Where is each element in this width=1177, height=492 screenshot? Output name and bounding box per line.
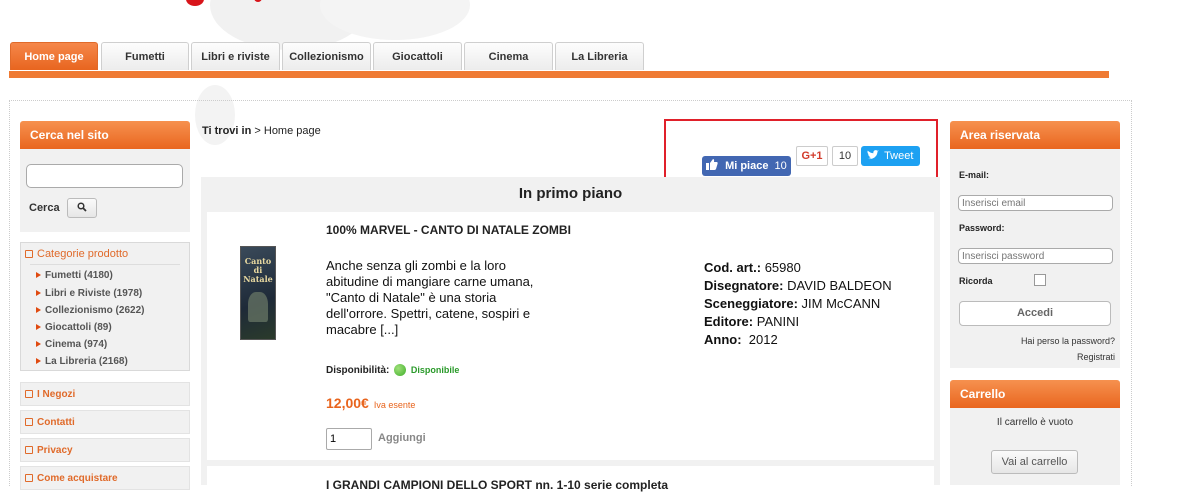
arrow-right-icon (36, 358, 41, 365)
link-label: Contatti (37, 417, 75, 428)
product-cover-image[interactable]: Canto di Natale (240, 246, 276, 340)
search-icon (77, 202, 87, 212)
search-button[interactable] (67, 198, 97, 218)
link-come-acquistare[interactable]: Come acquistare (20, 466, 190, 490)
available-dot-icon (394, 364, 407, 376)
square-bullet-icon (25, 390, 33, 399)
login-button[interactable]: Accedi (959, 301, 1111, 326)
categories-title-text: Categorie prodotto (37, 248, 129, 260)
square-bullet-icon (25, 474, 33, 483)
detail-label: Cod. art.: (704, 260, 762, 275)
breadcrumb: Ti trovi in > Home page (202, 125, 321, 137)
category-item-collezionismo[interactable]: Collezionismo (2622) (36, 305, 144, 316)
detail-publisher: Editore: PANINI (704, 313, 892, 330)
breadcrumb-prefix: Ti trovi in (202, 125, 252, 137)
square-bullet-icon (25, 418, 33, 427)
category-item-fumetti[interactable]: Fumetti (4180) (36, 270, 113, 281)
tax-note: Iva esente (373, 400, 416, 410)
breadcrumb-separator: > (254, 125, 261, 137)
detail-value: JIM McCANN (801, 296, 881, 311)
tab-home-page[interactable]: Home page (10, 42, 98, 70)
link-label: Privacy (37, 445, 73, 456)
email-field[interactable] (958, 195, 1113, 211)
remember-label: Ricorda (959, 276, 993, 286)
forgot-password-link[interactable]: Hai perso la password? (950, 336, 1115, 346)
detail-year: Anno: 2012 (704, 331, 892, 348)
link-label: I Negozi (37, 389, 76, 400)
site-search-input[interactable] (26, 164, 183, 188)
breadcrumb-current[interactable]: Home page (264, 125, 321, 137)
category-label: La Libreria (2168) (45, 356, 128, 367)
price-value: 12,00€ (326, 395, 369, 411)
cart-box-title: Carrello (950, 380, 1120, 408)
link-label: Come acquistare (37, 473, 118, 484)
categories-divider (30, 264, 180, 265)
link-i-negozi[interactable]: I Negozi (20, 382, 190, 406)
link-contatti[interactable]: Contatti (20, 410, 190, 434)
category-item-la-libreria[interactable]: La Libreria (2168) (36, 356, 128, 367)
login-box-title: Area riservata (950, 121, 1120, 149)
availability-label: Disponibilità: (326, 365, 390, 376)
detail-artist: Disegnatore: DAVID BALDEON (704, 277, 892, 294)
detail-value: PANINI (756, 314, 800, 329)
tab-libri-e-riviste[interactable]: Libri e riviste (191, 42, 280, 70)
arrow-right-icon (36, 324, 41, 331)
arrow-right-icon (36, 290, 41, 297)
go-to-cart-button[interactable]: Vai al carrello (991, 450, 1078, 474)
remember-checkbox[interactable] (1034, 274, 1046, 286)
product-description: Anche senza gli zombi e la loro abitudin… (326, 258, 534, 337)
search-label: Cerca (29, 202, 60, 214)
detail-label: Disegnatore: (704, 278, 784, 293)
link-privacy[interactable]: Privacy (20, 438, 190, 462)
next-product-title[interactable]: I GRANDI CAMPIONI DELLO SPORT nn. 1-10 s… (326, 478, 668, 492)
search-box-title: Cerca nel sito (20, 121, 190, 149)
add-to-cart-button[interactable]: Aggiungi (378, 432, 426, 444)
quantity-input[interactable] (326, 428, 372, 450)
category-label: Libri e Riviste (1978) (45, 288, 143, 299)
category-label: Giocattoli (89) (45, 322, 112, 333)
cover-figure (248, 292, 268, 322)
detail-label: Sceneggiatore: (704, 296, 798, 311)
arrow-right-icon (36, 272, 41, 279)
square-bullet-icon (25, 250, 33, 259)
category-label: Collezionismo (2622) (45, 305, 145, 316)
detail-code: Cod. art.: 65980 (704, 259, 892, 276)
email-label: E-mail: (959, 170, 990, 180)
detail-value: 65980 (764, 260, 801, 275)
featured-title: In primo piano (518, 185, 623, 202)
availability: Disponibilità: Disponibile (326, 364, 459, 376)
tab-collezionismo[interactable]: Collezionismo (282, 42, 371, 70)
category-label: Fumetti (4180) (45, 270, 113, 281)
cover-title: Canto di Natale (243, 256, 273, 284)
logo-fragment (186, 0, 204, 6)
categories-title: Categorie prodotto (25, 248, 128, 260)
detail-label: Editore: (704, 314, 754, 329)
product-price: 12,00€ Iva esente (326, 395, 415, 411)
square-bullet-icon (25, 446, 33, 455)
category-item-giocattoli[interactable]: Giocattoli (89) (36, 322, 112, 333)
cart-empty-text: Il carrello è vuoto (996, 417, 1074, 428)
category-item-libri-e-riviste[interactable]: Libri e Riviste (1978) (36, 288, 142, 299)
detail-value: DAVID BALDEON (787, 278, 892, 293)
detail-writer: Sceneggiatore: JIM McCANN (704, 295, 892, 312)
tab-fumetti[interactable]: Fumetti (101, 42, 189, 70)
availability-status: Disponibile (410, 365, 460, 375)
nav-underline (9, 71, 1109, 78)
password-field[interactable] (958, 248, 1113, 264)
category-label: Cinema (974) (45, 339, 108, 350)
search-box (20, 149, 190, 232)
detail-label: Anno: (704, 332, 742, 347)
detail-value: 2012 (748, 332, 778, 347)
tab-la-libreria[interactable]: La Libreria (555, 42, 644, 70)
password-label: Password: (959, 223, 1005, 233)
tab-cinema[interactable]: Cinema (464, 42, 553, 70)
register-link[interactable]: Registrati (950, 352, 1115, 362)
tab-giocattoli[interactable]: Giocattoli (373, 42, 462, 70)
product-title[interactable]: 100% MARVEL - CANTO DI NATALE ZOMBI (326, 223, 571, 237)
product-details: Cod. art.: 65980 Disegnatore: DAVID BALD… (704, 259, 892, 349)
arrow-right-icon (36, 341, 41, 348)
category-item-cinema[interactable]: Cinema (974) (36, 339, 107, 350)
arrow-right-icon (36, 307, 41, 314)
